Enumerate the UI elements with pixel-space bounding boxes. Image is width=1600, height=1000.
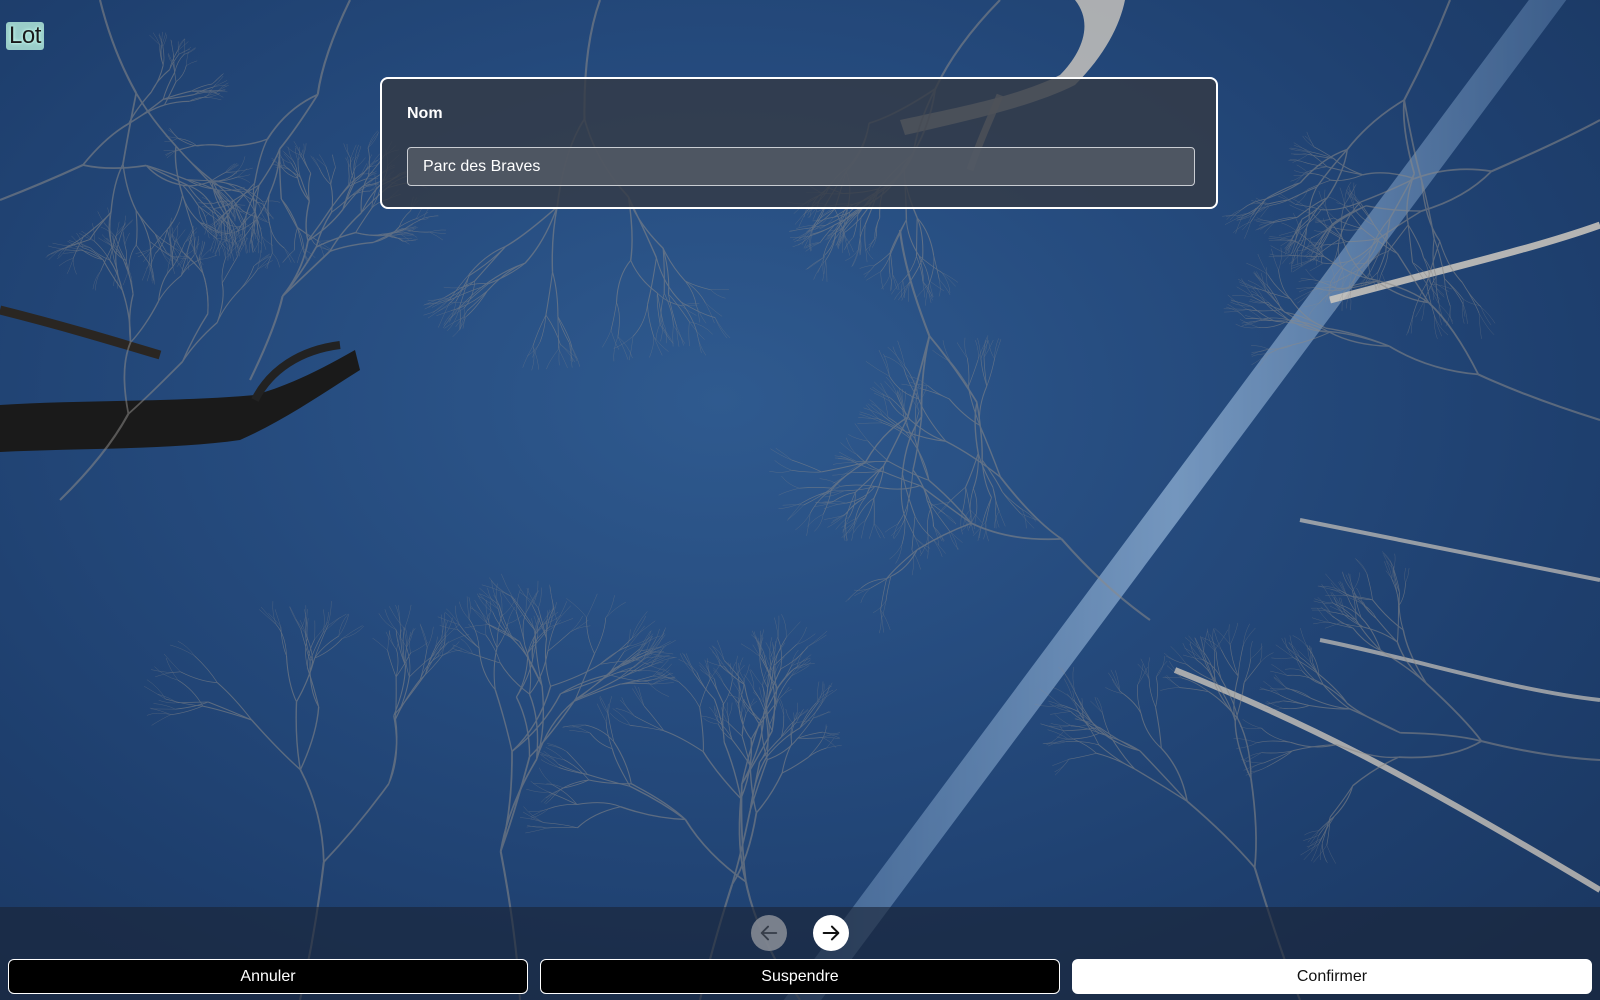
arrow-left-icon [760, 925, 778, 941]
arrow-right-icon [822, 925, 840, 941]
app-title: Lot [6, 22, 44, 50]
confirm-button[interactable]: Confirmer [1072, 959, 1592, 994]
name-field-label: Nom [407, 105, 443, 122]
cancel-button[interactable]: Annuler [8, 959, 528, 994]
form-panel: Nom [380, 77, 1218, 209]
previous-button[interactable] [751, 915, 787, 951]
suspend-button[interactable]: Suspendre [540, 959, 1060, 994]
name-input[interactable] [407, 147, 1195, 186]
photo-capture-screen: Lot Nom Annuler Suspendre Confirmer [0, 0, 1600, 1000]
next-button[interactable] [813, 915, 849, 951]
